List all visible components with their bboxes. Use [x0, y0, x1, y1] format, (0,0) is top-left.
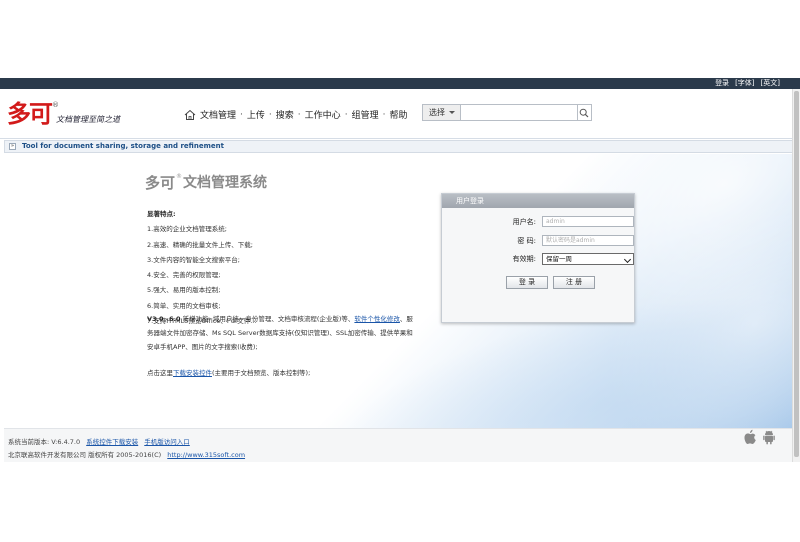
search-scope-select[interactable]: 选择: [423, 105, 461, 120]
english-link[interactable]: [英文]: [761, 78, 780, 89]
plugin-download-link[interactable]: 下载安装控件: [173, 369, 212, 377]
logo-brand: 多可: [7, 99, 53, 128]
title-text: 文档管理系统: [183, 175, 268, 191]
screen-top-margin: [0, 0, 800, 78]
nav-separator: ·: [268, 109, 272, 120]
search-input[interactable]: [460, 105, 577, 120]
logo-registered-mark: ®: [52, 101, 59, 109]
feature-heading: 显著特点:: [147, 210, 176, 218]
title-registered-mark: ®: [176, 173, 183, 180]
title-brand: 多可: [145, 174, 176, 192]
nav-separator: ·: [297, 109, 301, 120]
validity-row: 有效期: 保留一周: [442, 253, 634, 265]
username-input[interactable]: admin: [542, 216, 634, 227]
validity-select[interactable]: 保留一周: [542, 253, 634, 265]
password-label: 密 码:: [517, 237, 536, 245]
login-link[interactable]: 登录: [715, 78, 729, 89]
login-panel: 用户登录 用户名: admin 密 码: 默认密码是admin 有效期: 保留一…: [441, 193, 635, 323]
username-row: 用户名: admin: [442, 216, 634, 228]
page-title: 多可 ® 文档管理系统: [145, 172, 267, 193]
validity-value: 保留一周: [546, 255, 572, 263]
new-features-text: V3.0~6.0 新增功能: 域用户统一身份管理、文档审核流程(企业版)等、软件…: [147, 312, 417, 354]
main-panel: [4, 154, 794, 428]
top-links: 登录 [字体] [英文]: [715, 78, 780, 89]
nav-item-upload[interactable]: 上传: [247, 108, 265, 121]
search-box: 选择: [422, 104, 592, 121]
font-link[interactable]: [字体]: [735, 78, 754, 89]
footer-line-2: 北京联高软件开发有限公司 版权所有 2005-2016(C) http://ww…: [8, 449, 245, 459]
logo-slogan: 文档管理至简之道: [56, 115, 120, 124]
feature-item: 4.安全、完善的权限管理;: [147, 271, 221, 280]
tagline-text: Tool for document sharing, storage and r…: [22, 142, 224, 150]
plugin-prefix: 点击这里: [147, 369, 173, 377]
nav-separator: ·: [382, 109, 386, 120]
website-link[interactable]: http://www.315soft.com: [167, 451, 245, 459]
android-icon[interactable]: [761, 429, 777, 445]
feature-item: 1.高效的企业文档管理系统;: [147, 225, 227, 234]
password-input[interactable]: 默认密码是admin: [542, 235, 634, 246]
nav-item-search[interactable]: 搜索: [276, 108, 294, 121]
search-button[interactable]: [576, 105, 591, 120]
nav-separator: ·: [240, 109, 243, 120]
plugin-suffix: (主要用于文档预览、版本控制等);: [212, 369, 311, 377]
plugin-download-text: 点击这里下载安装控件(主要用于文档预览、版本控制等);: [147, 367, 310, 377]
login-header: 用户登录: [442, 194, 634, 208]
scrollbar-thumb[interactable]: [794, 91, 799, 457]
tagline-bar: » Tool for document sharing, storage and…: [4, 140, 794, 153]
vertical-scrollbar[interactable]: [792, 89, 800, 462]
login-buttons: 登 录 注 册: [506, 276, 595, 289]
nav-separator: ·: [344, 109, 348, 120]
login-button[interactable]: 登 录: [506, 276, 548, 289]
caret-down-icon: [448, 111, 455, 114]
top-bar: [0, 78, 800, 89]
nav-item-help[interactable]: 帮助: [389, 108, 407, 121]
feature-item: 2.高速、精确的批量文件上传、下载;: [147, 240, 253, 249]
plugin-install-link[interactable]: 系统控件下载安装: [86, 438, 138, 446]
apple-icon[interactable]: [743, 429, 757, 445]
register-button[interactable]: 注 册: [553, 276, 595, 289]
nav-item-group-management[interactable]: 组管理: [352, 108, 379, 121]
chevron-down-icon: [623, 255, 632, 264]
customization-link[interactable]: 软件个性化修改: [354, 315, 400, 323]
feature-item: 5.强大、易用的版本控制;: [147, 286, 221, 295]
footer: 系统当前版本: V:6.4.7.0 系统控件下载安装 手机版访问入口 北京联高软…: [4, 428, 794, 462]
new-features-part1: 新增功能: 域用户统一身份管理、文档审核流程(企业版)等、: [180, 315, 355, 323]
main-nav: 文档管理 · 上传 · 搜索 · 工作中心 · 组管理 · 帮助: [184, 108, 407, 121]
feature-item: 3.文件内容的智能全文搜索平台;: [147, 255, 240, 264]
password-row: 密 码: 默认密码是admin: [442, 235, 634, 247]
home-icon[interactable]: [184, 109, 196, 121]
copyright-text: 北京联高软件开发有限公司 版权所有 2005-2016(C): [8, 451, 162, 459]
logo[interactable]: 多可 ®: [7, 101, 59, 127]
search-icon: [580, 108, 589, 117]
search-scope-label: 选择: [429, 108, 445, 117]
validity-label: 有效期:: [512, 255, 536, 263]
expand-icon[interactable]: »: [9, 143, 16, 150]
version-range: V3.0~6.0: [147, 315, 181, 323]
nav-item-documents[interactable]: 文档管理: [200, 108, 236, 121]
mobile-access-link[interactable]: 手机版访问入口: [144, 438, 190, 446]
version-label: 系统当前版本: V:6.4.7.0: [8, 438, 81, 446]
footer-line-1: 系统当前版本: V:6.4.7.0 系统控件下载安装 手机版访问入口: [8, 436, 190, 446]
username-label: 用户名:: [512, 218, 536, 226]
header: 多可 ® 文档管理至简之道 文档管理 · 上传 · 搜索 · 工作中心 · 组管…: [0, 89, 800, 139]
nav-item-work-center[interactable]: 工作中心: [305, 108, 341, 121]
